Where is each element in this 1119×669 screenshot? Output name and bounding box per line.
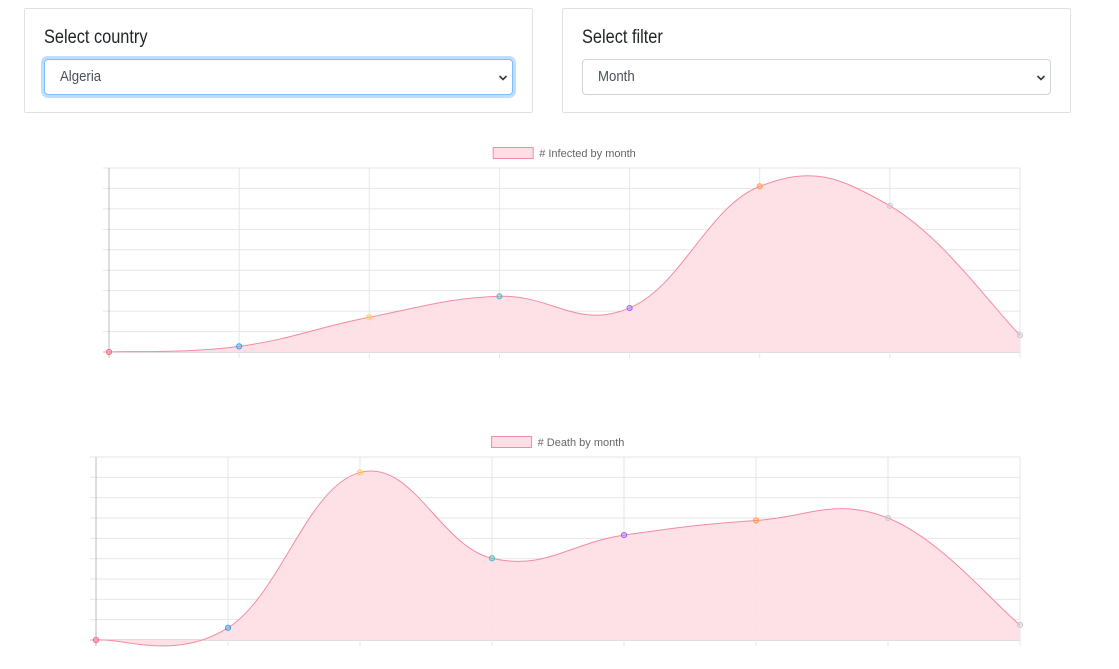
legend-swatch <box>492 147 534 159</box>
data-point <box>886 202 893 209</box>
data-point <box>92 636 100 644</box>
infected-chart: # Infected by month <box>103 147 1024 358</box>
data-point <box>1016 621 1024 629</box>
legend-label: # Death by month <box>538 437 625 449</box>
data-point <box>224 624 232 631</box>
legend-swatch <box>491 436 533 448</box>
filter-card: Select filter Month <box>562 8 1071 113</box>
legend-label: # Infected by month <box>539 148 636 160</box>
death-chart: # Death by month <box>90 436 1024 647</box>
country-card: Select country Algeria <box>24 8 533 113</box>
data-point <box>752 517 760 524</box>
filter-select[interactable]: Month <box>582 59 1051 95</box>
data-point <box>488 555 496 562</box>
chevron-down-icon <box>1036 75 1046 81</box>
filter-label: Select filter <box>582 27 663 48</box>
data-point <box>105 348 113 356</box>
data-point <box>366 314 373 321</box>
data-point <box>1016 332 1024 339</box>
filter-select-value: Month <box>598 68 635 85</box>
data-point <box>884 514 892 522</box>
data-point <box>626 304 633 312</box>
country-select-value: Algeria <box>60 68 102 85</box>
data-point <box>620 531 628 539</box>
country-label: Select country <box>44 27 148 48</box>
data-point <box>356 469 364 476</box>
data-point <box>236 343 243 350</box>
country-select[interactable]: Algeria <box>44 59 513 95</box>
data-point <box>496 293 503 300</box>
data-point <box>756 183 763 190</box>
chevron-down-icon <box>498 75 508 81</box>
